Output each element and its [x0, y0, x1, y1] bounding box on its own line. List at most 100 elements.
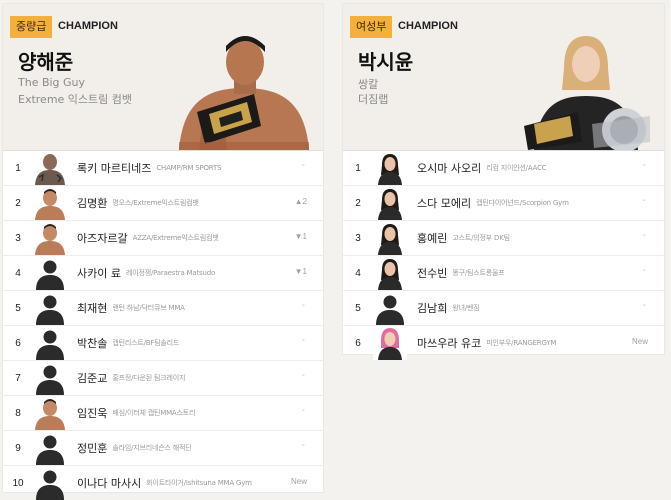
list-item[interactable]: 1 오시마 사오리 리컴 지이얀션/AACC - [343, 150, 664, 185]
fighter-name[interactable]: 전수빈 [417, 265, 447, 281]
champion-label: CHAMPION [398, 20, 458, 32]
fighter-name[interactable]: 사카이 료 [77, 265, 121, 281]
rank-number: 9 [15, 442, 21, 454]
fighter-name[interactable]: 록키 마르티네즈 [77, 160, 151, 176]
fighter-gym: 랜턴 하남/닥터큐브 MMA [112, 304, 185, 312]
fighter-gym: 고스트/의정부 DK팀 [452, 234, 510, 242]
list-item[interactable]: 7 김준교 홍프정/다운된 팀크레이지 - [3, 360, 323, 395]
fighter-name[interactable]: 김준교 [77, 370, 107, 386]
fighter-gym: 미인부우/RANGERGYM [486, 339, 557, 347]
silhouette-icon [33, 256, 67, 290]
fighter-name[interactable]: 박찬솔 [77, 335, 107, 351]
silhouette-icon [33, 466, 67, 500]
fighter-name[interactable]: 스다 모에리 [417, 195, 471, 211]
rank-movement: - [642, 265, 646, 276]
fighter-gym: 똥구/팀스트롱울프 [452, 269, 505, 277]
fighter-avatar [33, 186, 67, 220]
fighter-name[interactable]: 김명환 [77, 195, 107, 211]
division-tag: 여성부 [350, 16, 393, 38]
womens-rankings: 1 오시마 사오리 리컴 지이얀션/AACC - 2 스다 모에리 캡틴다이어넌… [343, 150, 664, 360]
womens-panel: 여성부 CHAMPION 박시윤 쌍칼 더짐랩 1 오시마 사오리 리컴 지이얀… [343, 4, 664, 354]
fighter-name[interactable]: 홍예린 [417, 230, 447, 246]
fighter-avatar [373, 256, 407, 290]
fighter-gym: 리컴 지이얀션/AACC [486, 164, 547, 172]
rank-movement: - [301, 335, 305, 346]
fighter-name[interactable]: 김남희 [417, 300, 447, 316]
rank-movement: - [642, 160, 646, 171]
fighter-gym: CHAMP/RM SPORTS [156, 164, 222, 172]
champion-gym: Extreme 익스트림 컴뱃 [18, 93, 133, 106]
heavyweight-rankings: 1 록키 마르티네즈 CHAMP/RM SPORTS - 2 김명환 명오스/E… [3, 150, 323, 500]
fighter-name[interactable]: 이나다 마사시 [77, 475, 141, 491]
fighter-gym: 배심/이터체 캡틴MMA스토리 [112, 409, 196, 417]
list-item[interactable]: 4 전수빈 똥구/팀스트롱울프 - [343, 255, 664, 290]
champion-photo[interactable] [179, 30, 309, 150]
rank-number: 7 [15, 372, 21, 384]
list-item[interactable]: 6 박찬솔 캡틴리스트/BF팀솔리드 - [3, 325, 323, 360]
fighter-gym: 캡틴다이어넌드/Scorpion Gym [476, 199, 569, 207]
list-item[interactable]: 9 정민훈 솔라임/지브리네슨스 해적단 - [3, 430, 323, 465]
list-item[interactable]: 10 이나다 마사시 화이트타이거/Ishitsuna MMA Gym New [3, 465, 323, 500]
list-item[interactable]: 8 임진욱 배심/이터체 캡틴MMA스토리 - [3, 395, 323, 430]
rank-movement: - [301, 405, 305, 416]
fighter-avatar [373, 221, 407, 255]
fighter-gym: 캡틴리스트/BF팀솔리드 [112, 339, 180, 347]
fighter-avatar [33, 221, 67, 255]
champion-label: CHAMPION [58, 20, 118, 32]
rank-number: 10 [12, 477, 24, 489]
rank-movement: - [301, 300, 305, 311]
silhouette-icon [33, 291, 67, 325]
fighter-avatar [373, 186, 407, 220]
fighter-name[interactable]: 오시마 사오리 [417, 160, 481, 176]
rank-movement: - [301, 160, 305, 171]
fighter-name[interactable]: 최재현 [77, 300, 107, 316]
rank-movement: ▼1 [294, 232, 307, 241]
rank-number: 5 [15, 302, 21, 314]
rank-movement: - [642, 195, 646, 206]
rank-number: 5 [355, 302, 361, 314]
fighter-name[interactable]: 정민훈 [77, 440, 107, 456]
champion-name[interactable]: 박시윤 [358, 46, 413, 75]
fighter-avatar [373, 151, 407, 185]
list-item[interactable]: 2 스다 모에리 캡틴다이어넌드/Scorpion Gym - [343, 185, 664, 220]
rank-number: 8 [15, 407, 21, 419]
list-item[interactable]: 3 홍예린 고스트/의정부 DK팀 - [343, 220, 664, 255]
rank-movement: New [290, 477, 307, 486]
silhouette-icon [33, 326, 67, 360]
fighter-gym: 화이트타이거/Ishitsuna MMA Gym [146, 479, 252, 487]
champion-header: 여성부 CHAMPION 박시윤 쌍칼 더짐랩 [343, 4, 664, 150]
fighter-name[interactable]: 아즈자르갈 [77, 230, 128, 246]
fighter-gym: 왕녀/벤짐 [452, 304, 480, 312]
silhouette-icon [33, 431, 67, 465]
fighter-name[interactable]: 임진욱 [77, 405, 107, 421]
rank-number: 2 [15, 197, 21, 209]
rank-number: 3 [15, 232, 21, 244]
fighter-gym: 명오스/Extreme익스트림컴뱃 [112, 199, 199, 207]
rank-movement: - [301, 370, 305, 381]
list-item[interactable]: 1 록키 마르티네즈 CHAMP/RM SPORTS - [3, 150, 323, 185]
fighter-avatar [373, 326, 407, 360]
silhouette-icon [33, 361, 67, 395]
rank-number: 6 [355, 337, 361, 349]
rank-movement: New [631, 337, 648, 346]
list-item[interactable]: 2 김명환 명오스/Extreme익스트림컴뱃 ▲2 [3, 185, 323, 220]
fighter-gym: AZZA/Extreme익스트림컴뱃 [132, 234, 219, 242]
rank-number: 6 [15, 337, 21, 349]
fighter-name[interactable]: 마쓰우라 유코 [417, 335, 481, 351]
champion-nickname: The Big Guy [18, 76, 86, 89]
champion-name[interactable]: 양해준 [18, 46, 73, 75]
fighter-avatar [33, 396, 67, 430]
rank-movement: - [301, 440, 305, 451]
champion-photo[interactable] [520, 30, 650, 150]
list-item[interactable]: 5 김남희 왕녀/벤짐 - [343, 290, 664, 325]
rank-number: 4 [355, 267, 361, 279]
fighter-gym: 솔라임/지브리네슨스 해적단 [112, 444, 192, 452]
list-item[interactable]: 6 마쓰우라 유코 미인부우/RANGERGYM New [343, 325, 664, 360]
rank-movement: - [642, 230, 646, 241]
silhouette-icon [373, 291, 407, 325]
list-item[interactable]: 3 아즈자르갈 AZZA/Extreme익스트림컴뱃 ▼1 [3, 220, 323, 255]
list-item[interactable]: 4 사카이 료 레이정쟁/Paraestra Matsudo ▼1 [3, 255, 323, 290]
fighter-gym: 레이정쟁/Paraestra Matsudo [125, 269, 216, 277]
list-item[interactable]: 5 최재현 랜턴 하남/닥터큐브 MMA - [3, 290, 323, 325]
rank-number: 3 [355, 232, 361, 244]
